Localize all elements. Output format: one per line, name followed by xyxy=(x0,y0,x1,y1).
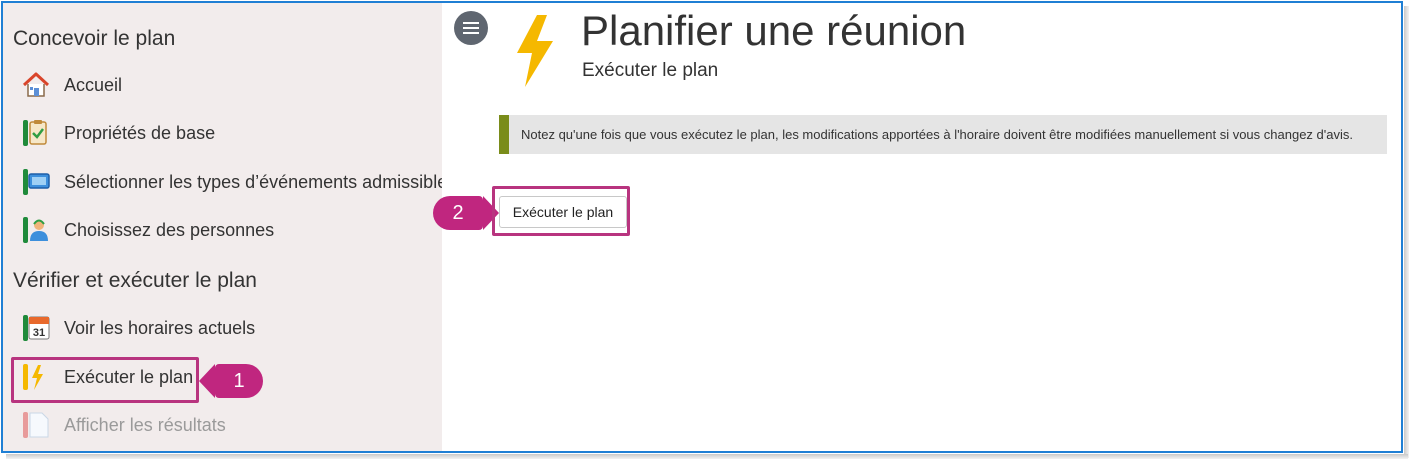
sidebar-item-label: Voir les horaires actuels xyxy=(64,317,256,338)
callout-step-2: 2 xyxy=(433,196,499,230)
notice-text: Notez qu'une fois que vous exécutez le p… xyxy=(521,127,1353,142)
app-window: Concevoir le plan Accueil Propriétés de … xyxy=(1,1,1403,453)
sidebar-item-resultats[interactable]: Afficher les résultats xyxy=(17,406,442,444)
frame-shadow-right xyxy=(1404,6,1409,458)
callout-step-1: 1 xyxy=(199,364,263,398)
home-icon xyxy=(21,70,51,100)
sidebar-item-label: Choisissez des personnes xyxy=(64,219,275,240)
sidebar-item-accueil[interactable]: Accueil xyxy=(17,66,442,104)
calendar-day: 31 xyxy=(33,327,45,339)
event-types-icon xyxy=(21,167,51,197)
sidebar-item-types-evenements[interactable]: Sélectionner les types d’événements admi… xyxy=(17,163,442,201)
notice-banner: Notez qu'une fois que vous exécutez le p… xyxy=(499,115,1387,154)
sidebar-item-horaires[interactable]: 31 Voir les horaires actuels xyxy=(17,309,442,347)
page-subtitle: Exécuter le plan xyxy=(582,60,719,81)
section-title-design: Concevoir le plan xyxy=(13,27,176,50)
sidebar-item-label: Propriétés de base xyxy=(64,122,216,143)
calendar-icon: 31 xyxy=(21,313,51,343)
page-title: Planifier une réunion xyxy=(581,7,967,54)
sidebar-item-proprietes[interactable]: Propriétés de base xyxy=(17,114,442,152)
document-icon xyxy=(21,410,51,440)
frame-shadow-bottom xyxy=(6,454,1408,459)
menu-toggle-button[interactable] xyxy=(454,11,488,45)
highlight-sidebar-executer xyxy=(11,357,199,403)
lightning-header-icon xyxy=(515,15,555,87)
person-icon xyxy=(21,215,51,245)
hamburger-icon xyxy=(463,27,479,29)
section-title-verify: Vérifier et exécuter le plan xyxy=(13,269,257,292)
sidebar-item-label: Afficher les résultats xyxy=(64,414,226,435)
sidebar-item-personnes[interactable]: Choisissez des personnes xyxy=(17,211,442,249)
sidebar-item-label: Sélectionner les types d’événements admi… xyxy=(64,171,442,192)
clipboard-check-icon xyxy=(21,118,51,148)
execute-plan-button[interactable]: Exécuter le plan xyxy=(499,196,627,228)
sidebar-item-label: Accueil xyxy=(64,74,123,95)
